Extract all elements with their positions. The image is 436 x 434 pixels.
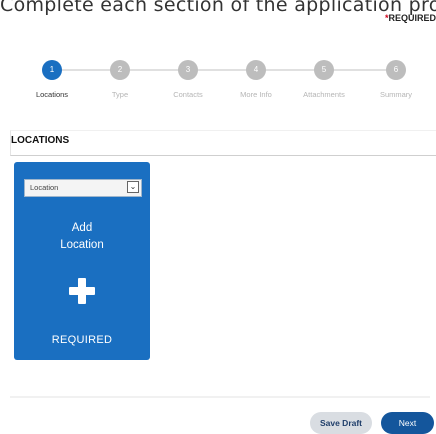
step-label: Summary xyxy=(379,90,413,99)
add-label-line2: Location xyxy=(60,239,104,251)
save-draft-button[interactable]: Save Draft xyxy=(310,412,372,434)
step-more-info[interactable]: 4 More Info xyxy=(222,58,290,99)
step-contacts[interactable]: 3 Contacts xyxy=(154,58,222,99)
intro-text: Complete each section of the application… xyxy=(0,0,436,16)
progress-stepper: 1 Locations 2 Type 3 Contacts 4 More Inf… xyxy=(18,58,430,108)
add-label-line1: Add xyxy=(71,222,93,234)
step-label: Locations xyxy=(35,90,69,99)
plus-icon[interactable] xyxy=(69,278,95,304)
step-dot: 1 xyxy=(42,60,62,80)
step-locations[interactable]: 1 Locations xyxy=(18,58,86,99)
section-header: LOCATIONS xyxy=(10,130,436,156)
step-label: Attachments xyxy=(303,90,345,99)
step-dot: 6 xyxy=(386,60,406,80)
step-label: Contacts xyxy=(173,90,203,99)
location-select-value: Location xyxy=(30,183,59,192)
step-summary[interactable]: 6 Summary xyxy=(362,58,430,99)
section-title: LOCATIONS xyxy=(11,135,70,146)
next-button[interactable]: Next xyxy=(381,412,434,434)
required-note-text: REQUIRED xyxy=(388,13,436,23)
step-attachments[interactable]: 5 Attachments xyxy=(290,58,358,99)
step-label: Type xyxy=(111,90,129,99)
add-location-card[interactable]: Location ⌄ Add Location REQUIRED xyxy=(14,162,150,360)
required-note: *REQUIRED xyxy=(385,13,436,23)
step-type[interactable]: 2 Type xyxy=(86,58,154,99)
location-select[interactable]: Location ⌄ xyxy=(24,179,142,197)
step-dot: 2 xyxy=(110,60,130,80)
add-location-label: Add Location xyxy=(14,220,150,254)
step-dot: 4 xyxy=(246,60,266,80)
step-dot: 5 xyxy=(314,60,334,80)
step-label: More Info xyxy=(240,90,272,99)
step-dot: 3 xyxy=(178,60,198,80)
required-label: REQUIRED xyxy=(51,334,113,346)
chevron-down-icon[interactable]: ⌄ xyxy=(127,181,139,193)
footer-divider xyxy=(10,396,430,398)
